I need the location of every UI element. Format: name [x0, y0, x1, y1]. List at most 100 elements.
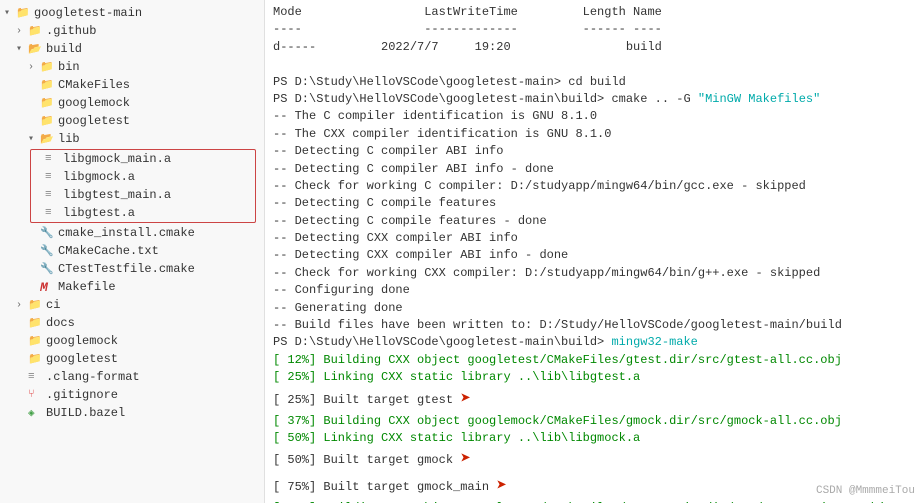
sidebar-item-bin[interactable]: › 📁 bin: [0, 58, 264, 76]
sidebar-item-ci[interactable]: › 📁 ci: [0, 296, 264, 314]
terminal-line: [273, 56, 915, 73]
terminal-line: -- Check for working C compiler: D:/stud…: [273, 178, 915, 195]
sidebar-item-label: .github: [46, 24, 96, 38]
terminal-line: ---- ------------- ------ ----: [273, 21, 915, 38]
terminal-line: Mode LastWriteTime Length Name: [273, 4, 915, 21]
cmake-icon: 🔧: [40, 244, 56, 258]
sidebar-item-label: lib: [58, 132, 80, 146]
sidebar-item-lib[interactable]: ▾ 📂 lib: [0, 130, 264, 148]
folder-icon: 📁: [40, 114, 56, 128]
sidebar-item-label: libgmock.a: [63, 170, 135, 184]
terminal-line: PS D:\Study\HelloVSCode\googletest-main\…: [273, 91, 915, 108]
terminal-line: -- Check for working CXX compiler: D:/st…: [273, 265, 915, 282]
sidebar-item-label: googlemock: [46, 334, 118, 348]
sidebar-item-makefile[interactable]: M Makefile: [0, 278, 264, 296]
terminal-line: [ 37%] Building CXX object googlemock/CM…: [273, 413, 915, 430]
sidebar-item-googletest-build[interactable]: 📁 googletest: [0, 112, 264, 130]
watermark: CSDN @MmmmeiTou: [816, 485, 915, 497]
sidebar-item-github[interactable]: › 📁 .github: [0, 22, 264, 40]
terminal-line: -- Detecting CXX compiler ABI info - don…: [273, 247, 915, 264]
sidebar-item-label: Makefile: [58, 280, 116, 294]
terminal-line: -- The C compiler identification is GNU …: [273, 108, 915, 125]
file-icon: ≡: [28, 371, 44, 383]
sidebar-item-label: libgtest.a: [63, 206, 135, 220]
sidebar-item-googlemock-root[interactable]: 📁 googlemock: [0, 332, 264, 350]
sidebar-item-label: ci: [46, 298, 60, 312]
terminal-line: [ 87%] Building CXX object googletest/CM…: [273, 500, 915, 503]
folder-icon: 📁: [28, 298, 44, 312]
folder-icon: 📂: [40, 132, 56, 146]
sidebar-item-label: cmake_install.cmake: [58, 226, 195, 240]
makefile-icon: M: [40, 280, 56, 295]
sidebar-item-label: CMakeCache.txt: [58, 244, 159, 258]
sidebar-item-clang-format[interactable]: ≡ .clang-format: [0, 368, 264, 386]
sidebar-item-label: libgmock_main.a: [63, 152, 171, 166]
terminal-line: PS D:\Study\HelloVSCode\googletest-main\…: [273, 334, 915, 351]
terminal-line: -- Configuring done: [273, 282, 915, 299]
terminal-line: -- Detecting C compiler ABI info - done: [273, 161, 915, 178]
terminal-line: d----- 2022/7/7 19:20 build: [273, 39, 915, 56]
expand-arrow: ▾: [16, 43, 28, 55]
cmake-icon: 🔧: [40, 226, 56, 240]
terminal-line: [ 12%] Building CXX object googletest/CM…: [273, 352, 915, 369]
sidebar-item-label: bin: [58, 60, 80, 74]
sidebar-item-label: .gitignore: [46, 388, 118, 402]
terminal-line: -- Detecting C compile features: [273, 195, 915, 212]
expand-arrow: ›: [28, 62, 40, 73]
sidebar-item-cmake-cache[interactable]: 🔧 CMakeCache.txt: [0, 242, 264, 260]
expand-arrow: ›: [16, 26, 28, 37]
sidebar-item-root[interactable]: ▾ 📁 googletest-main: [0, 4, 264, 22]
terminal-output: Mode LastWriteTime Length Name ---- ----…: [265, 0, 923, 503]
sidebar-item-libgtest[interactable]: ≡ libgtest.a: [31, 204, 255, 222]
terminal-line: [ 50%] Linking CXX static library ..\lib…: [273, 430, 915, 447]
sidebar-item-label: googletest-main: [34, 6, 142, 20]
folder-icon: 📁: [28, 352, 44, 366]
sidebar-item-label: build: [46, 42, 82, 56]
terminal-line: PS D:\Study\HelloVSCode\googletest-main>…: [273, 74, 915, 91]
terminal-line: -- Detecting C compiler ABI info: [273, 143, 915, 160]
sidebar-item-label: .clang-format: [46, 370, 140, 384]
lib-files-group: ≡ libgmock_main.a ≡ libgmock.a ≡ libgtes…: [30, 149, 256, 223]
sidebar-item-build-bazel[interactable]: ◈ BUILD.bazel: [0, 404, 264, 422]
sidebar-item-cmake-install[interactable]: 🔧 cmake_install.cmake: [0, 224, 264, 242]
file-icon: ≡: [45, 171, 61, 183]
folder-icon: 📁: [40, 60, 56, 74]
terminal-line: -- Detecting C compile features - done: [273, 213, 915, 230]
folder-icon: 📁: [28, 334, 44, 348]
sidebar-item-label: libgtest_main.a: [63, 188, 171, 202]
file-icon: ≡: [45, 153, 61, 165]
sidebar-item-label: docs: [46, 316, 75, 330]
terminal-line: -- Generating done: [273, 300, 915, 317]
file-icon: ≡: [45, 207, 61, 219]
sidebar-item-libgmock[interactable]: ≡ libgmock.a: [31, 168, 255, 186]
terminal-line: -- Detecting CXX compiler ABI info: [273, 230, 915, 247]
sidebar-item-ctest[interactable]: 🔧 CTestTestfile.cmake: [0, 260, 264, 278]
terminal-line: [ 25%] Linking CXX static library ..\lib…: [273, 369, 915, 386]
bazel-icon: ◈: [28, 406, 44, 420]
terminal-line: [ 25%] Built target gtest ➤: [273, 387, 915, 413]
sidebar-item-build[interactable]: ▾ 📂 build: [0, 40, 264, 58]
expand-arrow: ▾: [4, 7, 16, 19]
sidebar-item-libgtest-main[interactable]: ≡ libgtest_main.a: [31, 186, 255, 204]
sidebar-item-libgmock-main[interactable]: ≡ libgmock_main.a: [31, 150, 255, 168]
expand-arrow: ▾: [28, 133, 40, 145]
cmake-icon: 🔧: [40, 262, 56, 276]
sidebar-item-cmakefiles[interactable]: 📁 CMakeFiles: [0, 76, 264, 94]
sidebar-item-label: googletest: [58, 114, 130, 128]
sidebar-item-label: BUILD.bazel: [46, 406, 125, 420]
folder-icon: 📁: [40, 96, 56, 110]
folder-icon: 📁: [16, 6, 32, 20]
terminal-line: -- Build files have been written to: D:/…: [273, 317, 915, 334]
sidebar-item-googletest-root[interactable]: 📁 googletest: [0, 350, 264, 368]
git-icon: ⑂: [28, 389, 44, 401]
sidebar-item-docs[interactable]: 📁 docs: [0, 314, 264, 332]
sidebar-item-label: googletest: [46, 352, 118, 366]
sidebar-item-gitignore[interactable]: ⑂ .gitignore: [0, 386, 264, 404]
sidebar-item-label: CTestTestfile.cmake: [58, 262, 195, 276]
terminal-line: [ 50%] Built target gmock ➤: [273, 447, 915, 473]
file-explorer: ▾ 📁 googletest-main › 📁 .github ▾ 📂 buil…: [0, 0, 265, 503]
file-icon: ≡: [45, 189, 61, 201]
folder-icon: 📁: [28, 316, 44, 330]
terminal-line: -- The CXX compiler identification is GN…: [273, 126, 915, 143]
sidebar-item-googlemock-build[interactable]: 📁 googlemock: [0, 94, 264, 112]
